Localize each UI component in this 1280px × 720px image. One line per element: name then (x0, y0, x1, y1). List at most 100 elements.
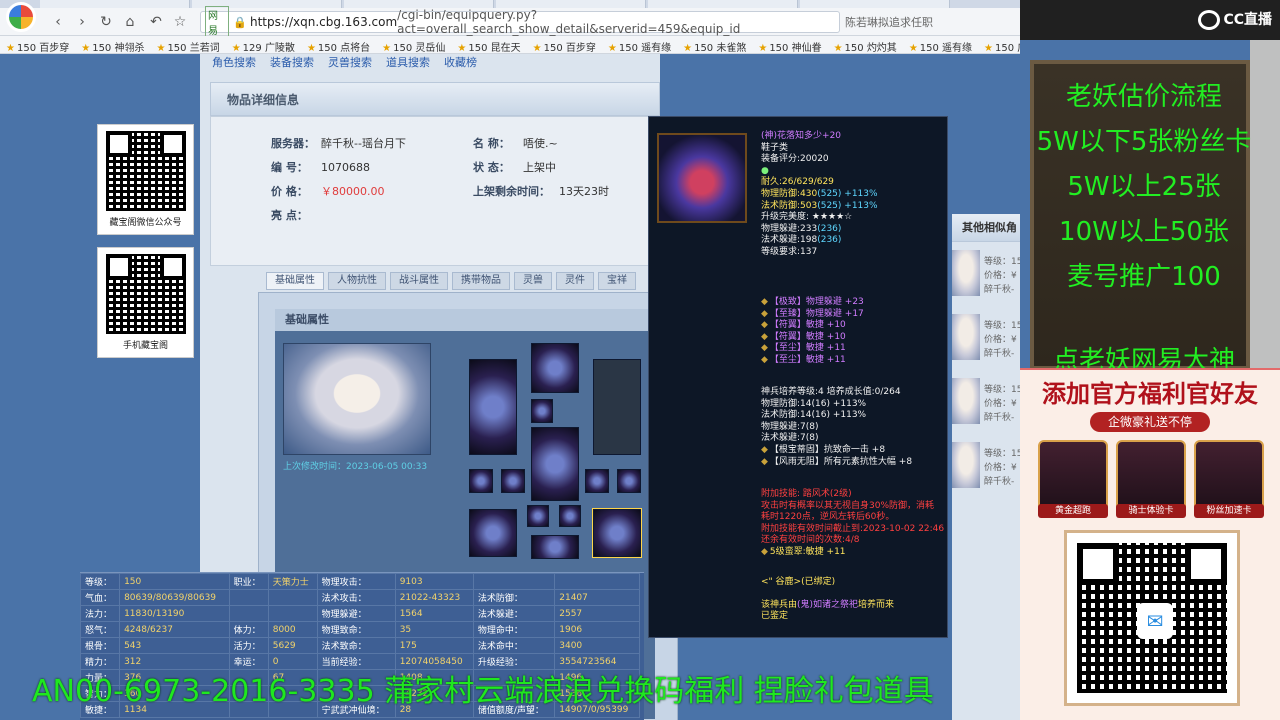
tab-parts[interactable]: 灵件 (556, 272, 594, 290)
tooltip-phys-def: 物理防御:430 (761, 188, 818, 199)
bookmark-item[interactable]: ★ 150 遥有缘 (903, 36, 978, 53)
tab-battle[interactable]: 战斗属性 (390, 272, 448, 290)
back-arrow-icon[interactable]: ‹ (48, 12, 68, 32)
bookmark-star-icon: ★ (908, 43, 918, 54)
armor-slot[interactable] (531, 427, 579, 501)
ring-slot-4[interactable] (617, 469, 641, 493)
home-icon[interactable]: ⌂ (120, 12, 140, 32)
gem-icon: ◆ (761, 297, 768, 307)
bookmark-item[interactable]: ★ 150 神翎杀 (75, 36, 150, 53)
nav-role-search[interactable]: 角色搜索 (212, 54, 256, 74)
address-bar[interactable]: 网易 🔒 https://xqn.cbg.163.com /cgi-bin/eq… (200, 6, 840, 38)
bookmark-item[interactable]: ★150 广陵散 (978, 36, 1020, 53)
bookmark-item[interactable]: ★ 150 昆在天 (451, 36, 526, 53)
similar-item[interactable]: 等级：15 价格：¥ 醉千秋- (952, 314, 1020, 370)
bookmark-star-icon: ★ (984, 43, 994, 54)
browser-tab[interactable] (40, 0, 190, 8)
browser-tab[interactable] (800, 0, 950, 8)
undo-icon[interactable]: ↶ (146, 12, 166, 32)
bookmark-star-icon: ★ (758, 43, 768, 54)
fan-card-icon (1194, 440, 1264, 514)
gem-icon: ◆ (761, 546, 768, 557)
bookmark-item[interactable]: ★ 129 广陵散 (226, 36, 301, 53)
gem-icon: ◆ (761, 444, 768, 455)
bookmark-item[interactable]: ★ 150 灵岳仙 (376, 36, 451, 53)
bookmark-star-icon: ★ (683, 43, 693, 54)
bookmark-item[interactable]: ★ 150 未雀煞 (677, 36, 752, 53)
bookmark-item[interactable]: ★ 150 百步穿 (527, 36, 602, 53)
price-label: 价 格： (271, 185, 308, 198)
similar-server: 醉千秋- (984, 477, 1015, 487)
tab-resist[interactable]: 人物抗性 (328, 272, 386, 290)
tooltip-inlay: 5级蛮翠:敏捷 +11 (769, 546, 846, 557)
bookmark-item[interactable]: ★ 150 点将台 (301, 36, 376, 53)
site-badge: 网易 (205, 6, 230, 38)
reload-icon[interactable]: ↻ (96, 12, 116, 32)
bookmark-label: 150 神仙眷 (769, 43, 822, 54)
tab-basic[interactable]: 基础属性 (266, 272, 324, 290)
similar-item[interactable]: 等级：15 价格：¥ 醉千秋- (952, 442, 1020, 498)
stats-value: 1906 (554, 621, 640, 638)
similar-level: 等级：15 (984, 385, 1020, 395)
weapon-slot[interactable] (469, 359, 517, 455)
similar-item[interactable]: 等级：15 价格：¥ 醉千秋- (952, 250, 1020, 306)
boots-slot[interactable] (592, 508, 642, 558)
bookmark-item[interactable]: ★ 150 灼灼其 (828, 36, 903, 53)
stats-value: 天策力士 (267, 573, 318, 590)
offhand-slot[interactable] (593, 359, 641, 455)
similar-thumb (952, 314, 980, 360)
server-value: 醉千秋--瑶台月下 (321, 137, 406, 150)
wecom-icon: ✉ (1137, 603, 1173, 639)
stats-value: 21407 (554, 589, 640, 606)
browser-tab[interactable] (496, 0, 646, 8)
similar-price: 价格：¥ (984, 335, 1017, 345)
tab-strip (0, 0, 1020, 8)
stats-label: 活力： (228, 637, 269, 654)
tooltip-craft-prefix: 该神兵由 (761, 599, 798, 610)
belt-slot-1[interactable] (527, 505, 549, 527)
mobile-qr-card: 手机藏宝阁 (97, 247, 194, 358)
belt-slot-2[interactable] (559, 505, 581, 527)
ring-slot-2[interactable] (501, 469, 525, 493)
bookmark-star-icon: ★ (607, 43, 617, 54)
bookmark-item[interactable]: ★ 150 百步穿 (0, 36, 75, 53)
tooltip-level-req: 等级要求:137 (761, 246, 818, 257)
tooltip-forge: 神兵培养等级:4 培养成长值:0/264 物理防御:14(16) +113% 法… (761, 387, 945, 468)
tooltip-gem: 【极致】物理躲避 +23 (769, 297, 864, 307)
nav-equip-search[interactable]: 装备搜索 (270, 54, 314, 74)
bookmark-star-icon: ★ (833, 43, 843, 54)
nav-pet-search[interactable]: 灵兽搜索 (328, 54, 372, 74)
green-gem-icon: ● (761, 165, 769, 176)
helmet-slot[interactable] (531, 343, 579, 393)
bookmark-item[interactable]: ★ 150 兰若词 (150, 36, 225, 53)
tooltip-mag-def: 法术防御:503 (761, 200, 818, 211)
bookmark-item[interactable]: ★ 150 遥有缘 (602, 36, 677, 53)
scrolling-ticker: AN00-6973-2016-3335 蒲家村云端浪浪兑换码福利 捏脸礼包道具 (32, 674, 934, 709)
stats-value: 9103 (394, 573, 474, 590)
forward-arrow-icon[interactable]: › (72, 12, 92, 32)
glove-slot[interactable] (469, 509, 517, 557)
star-icon[interactable]: ☆ (170, 12, 190, 32)
board-line: 10W以上50张 (1059, 217, 1229, 247)
search-hint[interactable]: 陈若琳拟追求任职 (845, 14, 933, 30)
bookmark-label: 150 灼灼其 (844, 43, 897, 54)
tab-items[interactable]: 携带物品 (452, 272, 510, 290)
stats-label: 法术命中： (472, 637, 556, 654)
ring-slot-3[interactable] (585, 469, 609, 493)
tab-pets[interactable]: 灵兽 (514, 272, 552, 290)
bookmark-star-icon: ★ (81, 43, 91, 54)
similar-level: 等级：15 (984, 257, 1020, 267)
ring-slot-1[interactable] (469, 469, 493, 493)
lock-icon: 🔒 (233, 15, 247, 29)
browser-tab[interactable] (648, 0, 798, 8)
tab-treasure[interactable]: 宝祥 (598, 272, 636, 290)
browser-tab[interactable] (344, 0, 494, 8)
stats-label: 物理致命： (316, 621, 396, 638)
similar-item[interactable]: 等级：15 价格：¥ 醉千秋- (952, 378, 1020, 434)
belt-slot[interactable] (531, 535, 579, 559)
nav-favorite-rank[interactable]: 收藏榜 (444, 54, 477, 74)
nav-item-search[interactable]: 道具搜索 (386, 54, 430, 74)
bookmark-item[interactable]: ★ 150 神仙眷 (752, 36, 827, 53)
tooltip-forge-line: 【根宝蒂固】抗致命一击 +8 (769, 444, 886, 455)
necklace-slot[interactable] (531, 399, 553, 423)
